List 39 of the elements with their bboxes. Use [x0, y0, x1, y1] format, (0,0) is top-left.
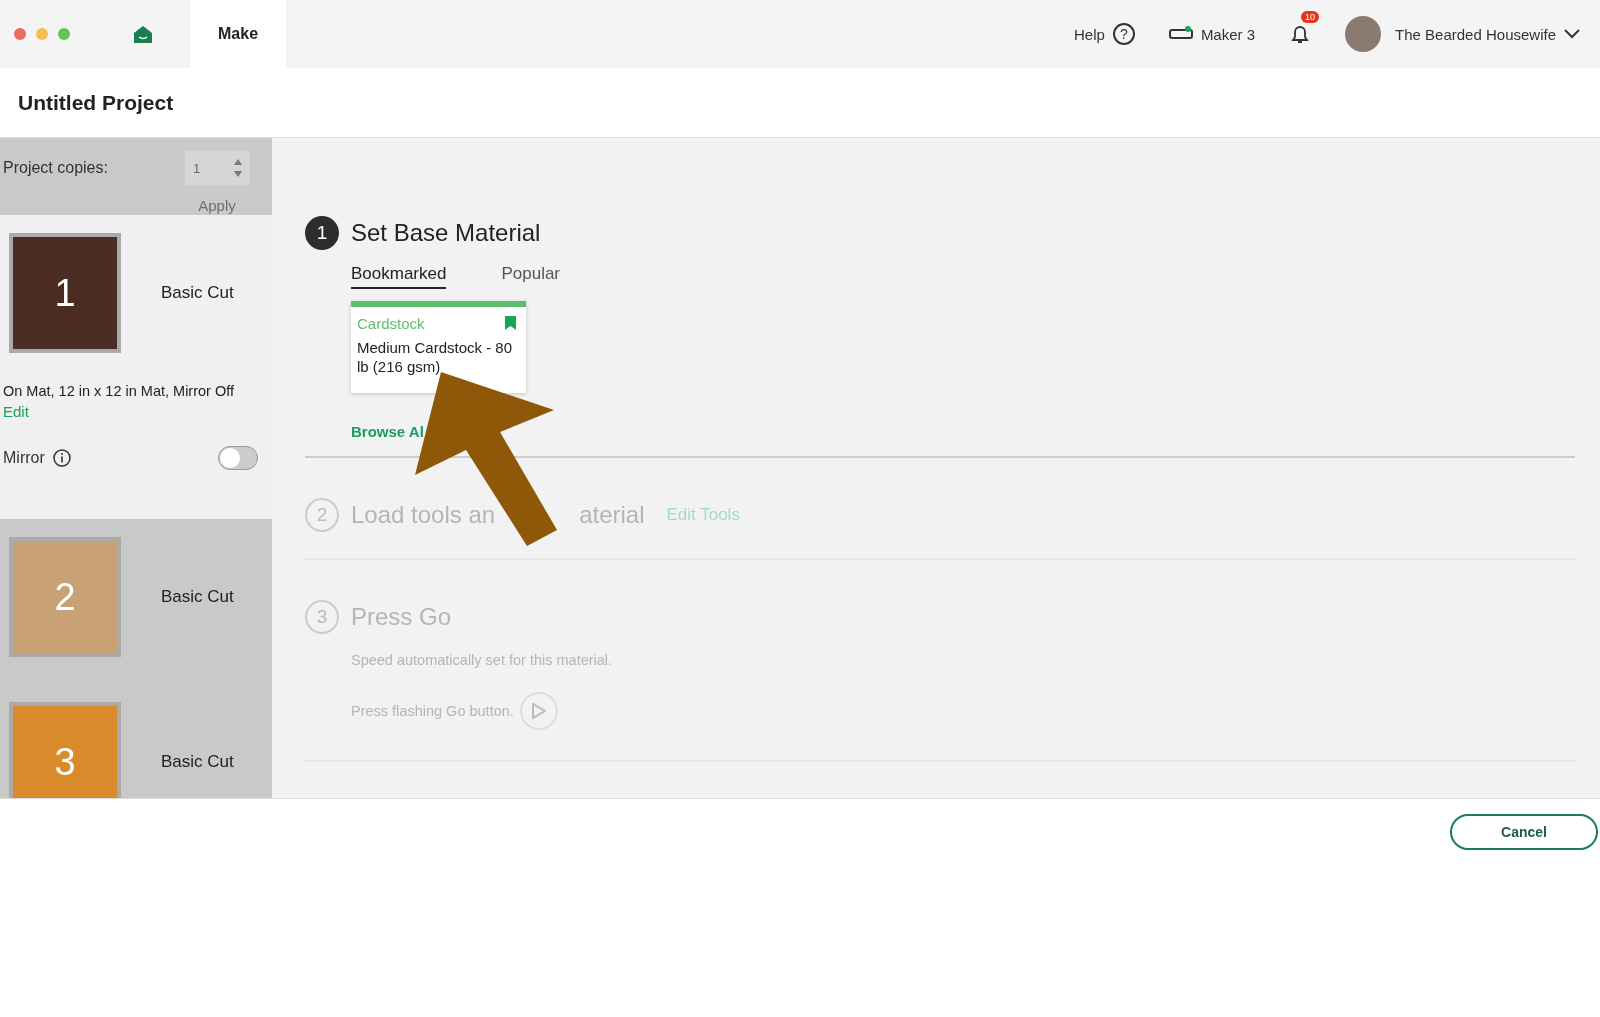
machine-name[interactable]: Maker 3: [1200, 25, 1256, 43]
material-category: Cardstock: [357, 315, 426, 332]
notification-badge: 10: [1301, 11, 1320, 23]
mat-details: On Mat, 12 in x 12 in Mat, Mirror Off: [3, 383, 235, 399]
step-title: aterial: [579, 501, 645, 529]
close-icon[interactable]: [14, 28, 26, 40]
mat-thumbnail[interactable]: 1: [9, 233, 121, 353]
project-title: Untitled Project: [18, 90, 174, 115]
home-icon[interactable]: [132, 23, 154, 45]
step-title: Set Base Material: [351, 219, 541, 247]
mirror-label: Mirror: [3, 449, 45, 467]
mirror-toggle[interactable]: [218, 446, 258, 470]
chevron-down-icon[interactable]: [1564, 29, 1580, 39]
material-tab[interactable]: Popular: [501, 264, 561, 289]
material-name: Medium Cardstock - 80 lb (216 gsm): [357, 338, 514, 376]
material-tab[interactable]: Bookmarked: [351, 264, 447, 289]
copies-label: Project copies:: [3, 159, 109, 177]
speed-note: Speed automatically set for this material.: [351, 652, 614, 668]
stepper-icon[interactable]: [233, 157, 243, 179]
make-tab[interactable]: Make: [190, 0, 287, 68]
zoom-icon[interactable]: [58, 28, 70, 40]
user-name[interactable]: The Bearded Housewife: [1395, 25, 1556, 43]
step-title: Load tools an: [351, 501, 496, 529]
help-icon[interactable]: ?: [1112, 23, 1135, 45]
go-button[interactable]: [519, 692, 558, 730]
cancel-button[interactable]: Cancel: [1450, 814, 1598, 850]
avatar[interactable]: [1345, 16, 1382, 52]
mat-label: Basic Cut: [161, 587, 234, 607]
go-instruction: Press flashing Go button.: [351, 703, 514, 719]
step-title: Press Go: [351, 603, 452, 631]
mat-label: Basic Cut: [161, 283, 234, 303]
play-icon: [531, 703, 546, 719]
info-icon: [52, 449, 71, 467]
mat-label: Basic Cut: [161, 752, 234, 772]
copies-field[interactable]: 1: [184, 150, 250, 186]
machine-icon[interactable]: [1168, 26, 1193, 42]
step-number: 1: [305, 216, 339, 250]
material-card[interactable]: Cardstock Medium Cardstock - 80 lb (216 gsm): [351, 301, 526, 393]
help-link[interactable]: Help: [1074, 25, 1105, 43]
